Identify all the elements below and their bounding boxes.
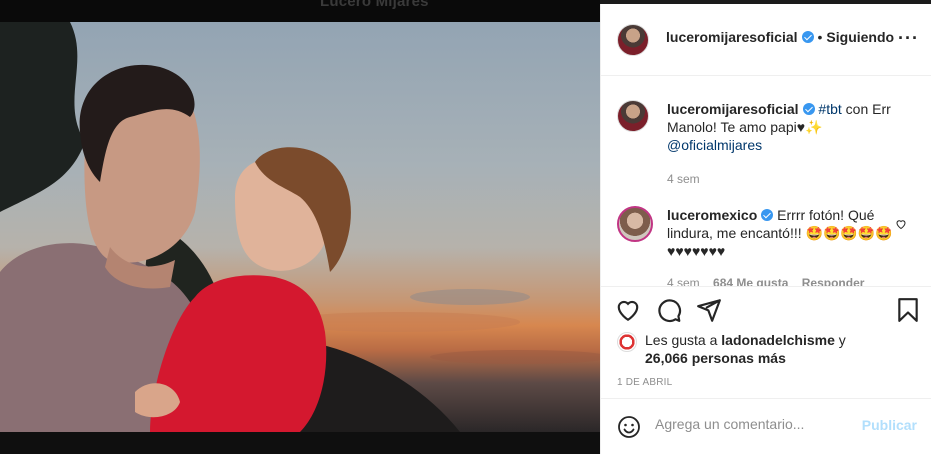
comment-likes[interactable]: 684 Me gusta [713,276,788,286]
caption-age[interactable]: 4 sem [667,172,700,186]
liker-username[interactable]: ladonadelchisme [721,332,835,348]
verified-badge-icon [801,31,814,43]
caption-mention[interactable]: @oficialmijares [667,137,762,153]
comment-meta: 4 sem 684 Me gusta Responder [667,276,864,286]
cloud [430,350,600,364]
caption-text: luceromijaresoficial #tbt con Err Manolo… [667,100,907,154]
separator-dot: • [817,29,823,45]
comment-input[interactable] [655,416,855,432]
likes-connector: y [834,332,846,348]
likes-count[interactable]: 26,066 personas más [645,350,786,366]
post-owner-avatar[interactable] [617,24,649,56]
add-comment-bar: Publicar [601,398,931,454]
comment-icon[interactable] [656,297,682,323]
caption-hashtag[interactable]: #tbt [818,101,841,117]
post-photo[interactable] [0,22,600,432]
likes-summary: Les gusta a ladonadelchisme y 26,066 per… [617,331,846,367]
comment-like-heart-icon[interactable] [895,218,907,233]
post-header: luceromijaresoficial • Siguiendo ··· [601,4,931,76]
paper-plane-icon[interactable] [696,297,722,323]
caption-username[interactable]: luceromijaresoficial [667,101,799,117]
post-date[interactable]: 1 DE ABRIL [617,377,672,388]
emoji-icon[interactable] [617,415,641,439]
comment-age[interactable]: 4 sem [667,276,700,286]
commenter-avatar[interactable] [617,206,653,242]
bookmark-icon[interactable] [895,297,921,323]
liker-avatar[interactable] [617,332,637,352]
post-actions: Les gusta a ladonadelchisme y 26,066 per… [601,286,931,398]
foliage-left [0,22,85,212]
reply-button[interactable]: Responder [802,276,865,286]
photo-scene [0,22,600,432]
post-owner-username[interactable]: luceromijaresoficial [666,29,798,45]
comment-text: luceromexico Errrr fotón! Qué lindura, m… [667,206,907,260]
commenter-username[interactable]: luceromexico [667,207,757,223]
verified-badge-icon [761,209,774,221]
verified-badge-icon [802,103,815,115]
post-owner-line: luceromijaresoficial • Siguiendo [666,29,894,45]
comments-section: luceromijaresoficial #tbt con Err Manolo… [601,76,931,286]
following-button[interactable]: Siguiendo [826,29,894,45]
background-header: Lucero Mijares [0,0,600,22]
background-owner-name: Lucero Mijares [320,0,429,10]
post-panel: luceromijaresoficial • Siguiendo ··· lucer… [600,4,931,454]
caption-avatar[interactable] [617,100,649,132]
likes-prefix: Les gusta a [645,332,722,348]
heart-icon[interactable] [615,297,641,323]
photo-bottom-strip [0,432,600,454]
publish-button[interactable]: Publicar [862,417,917,433]
cloud [410,289,530,305]
more-horizontal-icon[interactable]: ··· [898,28,919,49]
